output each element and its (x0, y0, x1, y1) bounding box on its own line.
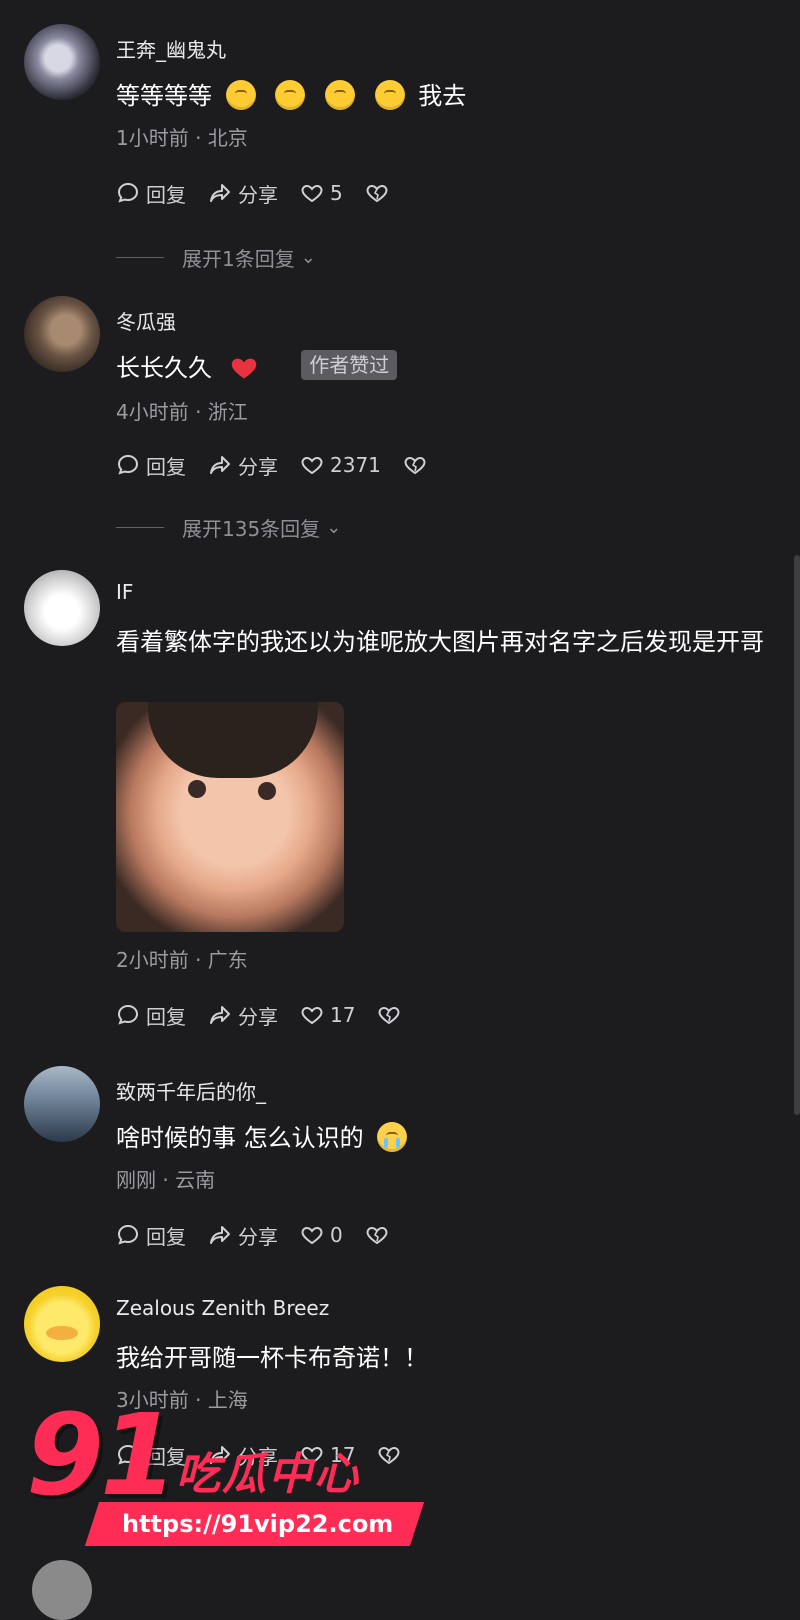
astonished-emoji-icon (275, 80, 306, 110)
reply-icon (117, 182, 139, 203)
expand-label: 展开135条回复 (182, 516, 321, 541)
watermark-number: 91 (26, 1391, 178, 1521)
expand-replies-button[interactable]: 展开135条回复 ⌄ (116, 512, 341, 542)
share-button[interactable]: 分享 (208, 1001, 278, 1030)
broken-heart-icon (366, 184, 388, 203)
comment-image[interactable] (116, 702, 344, 932)
like-button[interactable]: 0 (300, 1223, 343, 1247)
comment-meta: 1小时前 · 北京 (116, 126, 248, 150)
avatar[interactable] (24, 1066, 100, 1142)
chevron-down-icon: ⌄ (300, 246, 316, 268)
like-count: 2371 (330, 453, 381, 477)
astonished-emoji-icon (225, 80, 256, 110)
comment-meta: 4小时前 · 浙江 (116, 400, 248, 424)
heart-icon (301, 456, 323, 475)
share-icon (210, 456, 230, 474)
watermark-title: 吃瓜中心 (176, 1449, 360, 1500)
comment-meta: 刚刚 · 云南 (116, 1168, 216, 1192)
broken-heart-icon (379, 1006, 400, 1025)
expand-label: 展开1条回复 (182, 246, 295, 271)
like-button[interactable]: 17 (300, 1003, 355, 1027)
avatar[interactable] (24, 1286, 100, 1362)
comment-meta: 2小时前 · 广东 (116, 948, 248, 972)
astonished-emoji-icon (324, 80, 355, 110)
reply-label: 回复 (146, 1224, 186, 1249)
heart-icon (301, 184, 323, 203)
comment-text-part: 等等等等 (116, 82, 212, 110)
author-liked-badge: 作者赞过 (301, 350, 398, 380)
comment-actions: 回复 分享 0 (116, 1218, 389, 1252)
comment-text: 啥时候的事 怎么认识的 (116, 1116, 766, 1160)
reply-button[interactable]: 回复 (116, 1221, 186, 1250)
share-label: 分享 (238, 1224, 278, 1249)
like-count: 17 (330, 1003, 356, 1027)
reply-icon (117, 1004, 139, 1025)
comment-text: 我给开哥随一杯卡布奇诺！！ (116, 1344, 428, 1372)
chevron-down-icon: ⌄ (326, 516, 342, 538)
username[interactable]: 王奔_幽鬼丸 (116, 34, 226, 63)
comment-actions: 回复 分享 5 (116, 176, 389, 210)
username[interactable]: 致两千年后的你_ (116, 1076, 266, 1105)
broken-heart-icon (404, 456, 426, 475)
avatar[interactable] (32, 1560, 92, 1620)
like-button[interactable]: 5 (300, 181, 343, 205)
dislike-button[interactable] (403, 453, 427, 477)
dislike-button[interactable] (377, 1003, 401, 1027)
reply-button[interactable]: 回复 (116, 451, 186, 480)
reply-icon (117, 1224, 139, 1245)
like-count: 5 (330, 181, 343, 205)
scrollbar[interactable] (794, 555, 800, 1115)
share-icon (210, 1006, 230, 1024)
reply-label: 回复 (146, 454, 186, 479)
username[interactable]: Zealous Zenith Breez (116, 1296, 329, 1320)
reply-icon (117, 454, 139, 475)
divider (116, 256, 164, 258)
comment-text: 看着繁体字的我还以为谁呢放大图片再对名字之后发现是开哥 (116, 628, 764, 656)
avatar[interactable] (24, 24, 100, 100)
reply-label: 回复 (146, 182, 186, 207)
share-button[interactable]: 分享 (208, 451, 278, 480)
share-label: 分享 (238, 454, 278, 479)
watermark-logo: 91 吃瓜中心 https://91vip22.com (26, 1400, 426, 1560)
comment-text: 长长久久 作者赞过 (116, 346, 766, 390)
share-icon (210, 184, 230, 202)
share-label: 分享 (238, 182, 278, 207)
share-label: 分享 (238, 1004, 278, 1029)
red-heart-emoji-icon (230, 352, 258, 380)
watermark-url-text: https://91vip22.com (122, 1510, 394, 1538)
username[interactable]: IF (116, 580, 133, 604)
username[interactable]: 冬瓜强 (116, 306, 176, 335)
reply-button[interactable]: 回复 (116, 179, 186, 208)
crying-emoji-icon (377, 1122, 408, 1152)
comment-actions: 回复 分享 17 (116, 998, 401, 1032)
share-button[interactable]: 分享 (208, 179, 278, 208)
dislike-button[interactable] (365, 1223, 389, 1247)
comment-text-part: 长长久久 (116, 354, 212, 382)
dislike-button[interactable] (365, 181, 389, 205)
comment-text-part: 我去 (418, 82, 467, 110)
comment-text-part: 啥时候的事 怎么认识的 (116, 1124, 364, 1152)
share-button[interactable]: 分享 (208, 1221, 278, 1250)
astonished-emoji-icon (374, 80, 405, 110)
reply-button[interactable]: 回复 (116, 1001, 186, 1030)
like-button[interactable]: 2371 (300, 453, 381, 477)
reply-label: 回复 (146, 1004, 186, 1029)
broken-heart-icon (366, 1226, 388, 1245)
comment-text: 等等等等 我去 (116, 74, 766, 118)
like-count: 0 (330, 1223, 343, 1247)
watermark-url: https://91vip22.com (84, 1502, 425, 1546)
comment-actions: 回复 分享 2371 (116, 448, 427, 482)
expand-replies-button[interactable]: 展开1条回复 ⌄ (116, 242, 316, 272)
heart-icon (301, 1226, 323, 1245)
avatar[interactable] (24, 296, 100, 372)
heart-icon (301, 1006, 323, 1025)
divider (116, 526, 164, 528)
share-icon (210, 1226, 230, 1244)
avatar[interactable] (24, 570, 100, 646)
